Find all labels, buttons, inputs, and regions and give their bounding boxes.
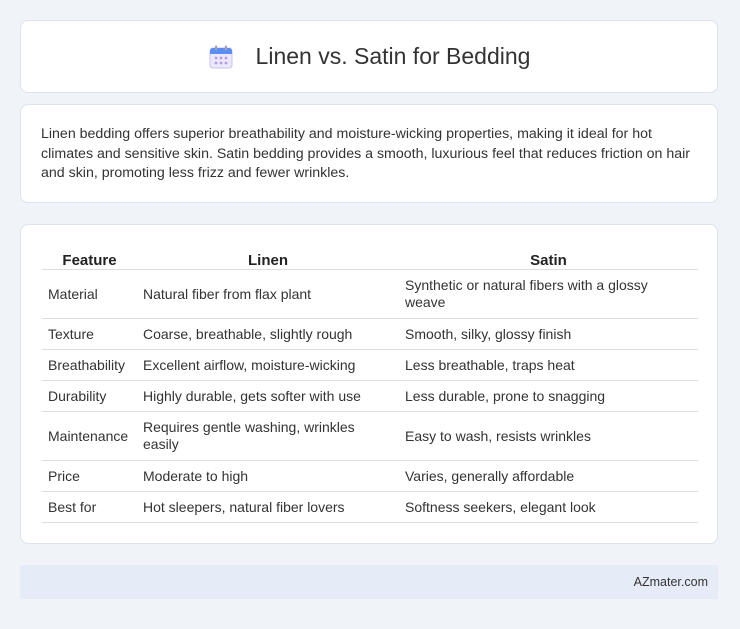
satin-cell: Smooth, silky, glossy finish bbox=[399, 318, 698, 350]
column-header-linen: Linen bbox=[137, 245, 399, 270]
comparison-table: Feature Linen Satin Material Natural fib… bbox=[42, 245, 698, 523]
summary-card: Linen bedding offers superior breathabil… bbox=[20, 104, 718, 203]
feature-cell: Texture bbox=[42, 318, 137, 350]
page-title: Linen vs. Satin for Bedding bbox=[255, 43, 531, 69]
feature-cell: Price bbox=[42, 460, 137, 492]
feature-cell: Material bbox=[42, 269, 137, 319]
linen-cell: Coarse, breathable, slightly rough bbox=[137, 318, 399, 350]
table-row: Durability Highly durable, gets softer w… bbox=[42, 380, 698, 412]
column-header-feature: Feature bbox=[42, 245, 137, 270]
table-header-row: Feature Linen Satin bbox=[42, 245, 698, 270]
table-row: Breathability Excellent airflow, moistur… bbox=[42, 349, 698, 381]
column-header-satin: Satin bbox=[399, 245, 698, 270]
title-card: Linen vs. Satin for Bedding bbox=[20, 20, 718, 93]
linen-cell: Excellent airflow, moisture-wicking bbox=[137, 349, 399, 381]
linen-cell: Natural fiber from flax plant bbox=[137, 269, 399, 319]
calendar-icon bbox=[209, 45, 233, 68]
summary-text: Linen bedding offers superior breathabil… bbox=[41, 126, 691, 181]
feature-cell: Durability bbox=[42, 380, 137, 412]
title-wrap: Linen vs. Satin for Bedding bbox=[208, 43, 531, 70]
satin-cell: Softness seekers, elegant look bbox=[399, 491, 698, 523]
linen-cell: Requires gentle washing, wrinkles easily bbox=[137, 411, 399, 461]
table-row: Best for Hot sleepers, natural fiber lov… bbox=[42, 491, 698, 523]
linen-cell: Moderate to high bbox=[137, 460, 399, 492]
footer: AZmater.com bbox=[20, 565, 718, 599]
satin-cell: Less breathable, traps heat bbox=[399, 349, 698, 381]
feature-cell: Breathability bbox=[42, 349, 137, 381]
feature-cell: Maintenance bbox=[42, 411, 137, 461]
table-row: Price Moderate to high Varies, generally… bbox=[42, 460, 698, 492]
table-row: Texture Coarse, breathable, slightly rou… bbox=[42, 318, 698, 350]
satin-cell: Less durable, prone to snagging bbox=[399, 380, 698, 412]
comparison-card: Feature Linen Satin Material Natural fib… bbox=[20, 224, 718, 544]
linen-cell: Hot sleepers, natural fiber lovers bbox=[137, 491, 399, 523]
feature-cell: Best for bbox=[42, 491, 137, 523]
footer-brand: AZmater.com bbox=[633, 575, 708, 589]
table-row: Material Natural fiber from flax plant S… bbox=[42, 269, 698, 319]
satin-cell: Easy to wash, resists wrinkles bbox=[399, 411, 698, 461]
satin-cell: Synthetic or natural fibers with a gloss… bbox=[399, 269, 698, 319]
table-row: Maintenance Requires gentle washing, wri… bbox=[42, 411, 698, 461]
linen-cell: Highly durable, gets softer with use bbox=[137, 380, 399, 412]
satin-cell: Varies, generally affordable bbox=[399, 460, 698, 492]
